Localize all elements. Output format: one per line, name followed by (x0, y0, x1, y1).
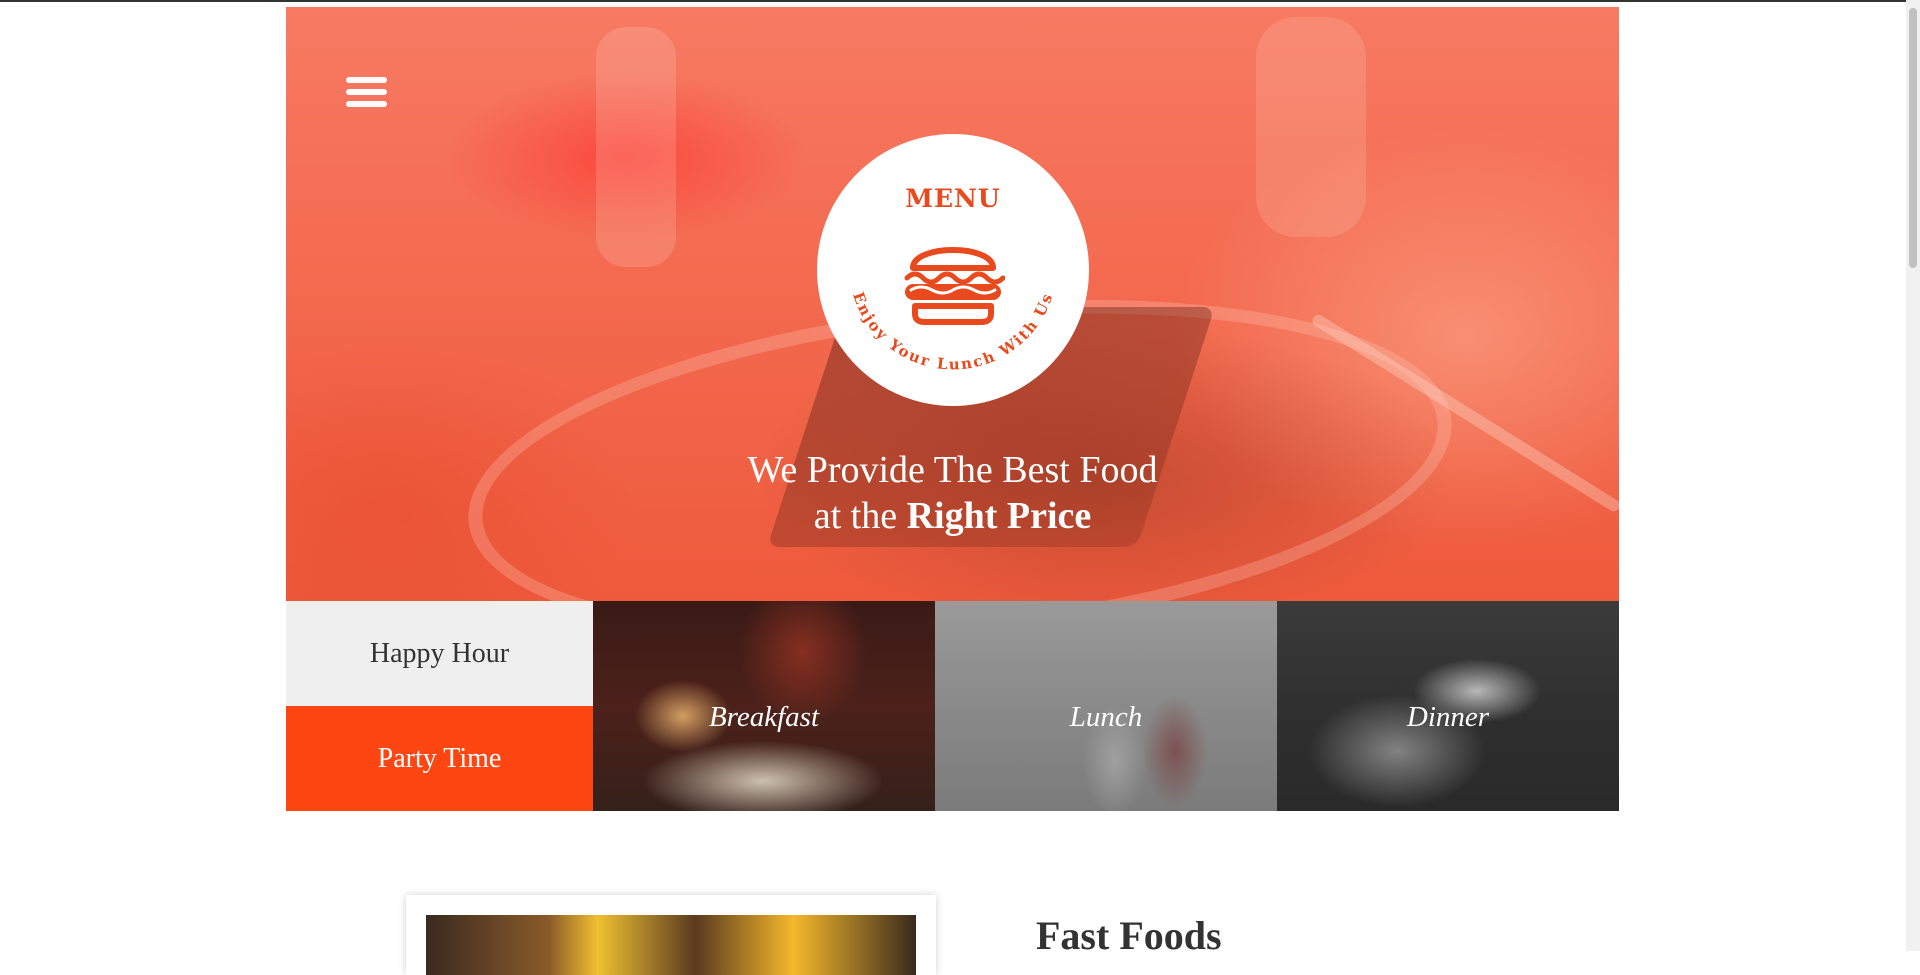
hero-headline-emphasis: Right Price (906, 495, 1092, 537)
fast-food-image (426, 915, 916, 975)
badge-tagline: Enjoy Your Lunch With Us (849, 290, 1055, 374)
scrollbar[interactable] (1906, 0, 1920, 951)
svg-text:Enjoy Your Lunch With Us: Enjoy Your Lunch With Us (849, 290, 1057, 374)
hero-headline-line1: We Provide The Best Food (747, 449, 1158, 491)
browser-top-border (0, 0, 1920, 2)
breakfast-tile-label: Breakfast (708, 701, 820, 733)
hero-headline: We Provide The Best Food at the Right Pr… (286, 447, 1619, 539)
hero-headline-line2: at the Right Price (286, 493, 1619, 539)
dinner-tile[interactable]: Dinner (1277, 601, 1619, 811)
hamburger-menu-icon[interactable] (346, 77, 387, 107)
lunch-tile[interactable]: Lunch (935, 601, 1277, 811)
fast-food-image-card (406, 895, 936, 975)
category-tiles: Happy Hour Party Time Breakfast Lunch Di… (286, 601, 1619, 811)
party-time-tile[interactable]: Party Time (286, 706, 593, 811)
hero-headline-prefix: at the (813, 495, 898, 537)
section-title: Fast Foods (1036, 913, 1222, 958)
hero-glass-blur (596, 27, 676, 267)
menu-logo-badge: MENU Enjoy Your Lunch With Us (817, 134, 1089, 406)
scrollbar-thumb[interactable] (1909, 8, 1917, 268)
happy-hour-tile[interactable]: Happy Hour (286, 601, 593, 706)
hero-glass-blur (1256, 17, 1366, 237)
hero-section: MENU Enjoy Your Lunch With Us We Provide… (286, 7, 1619, 601)
breakfast-tile[interactable]: Breakfast (593, 601, 935, 811)
lunch-tile-label: Lunch (1069, 701, 1143, 733)
dinner-tile-label: Dinner (1406, 701, 1490, 733)
badge-tagline-arc: Enjoy Your Lunch With Us (849, 290, 1057, 374)
